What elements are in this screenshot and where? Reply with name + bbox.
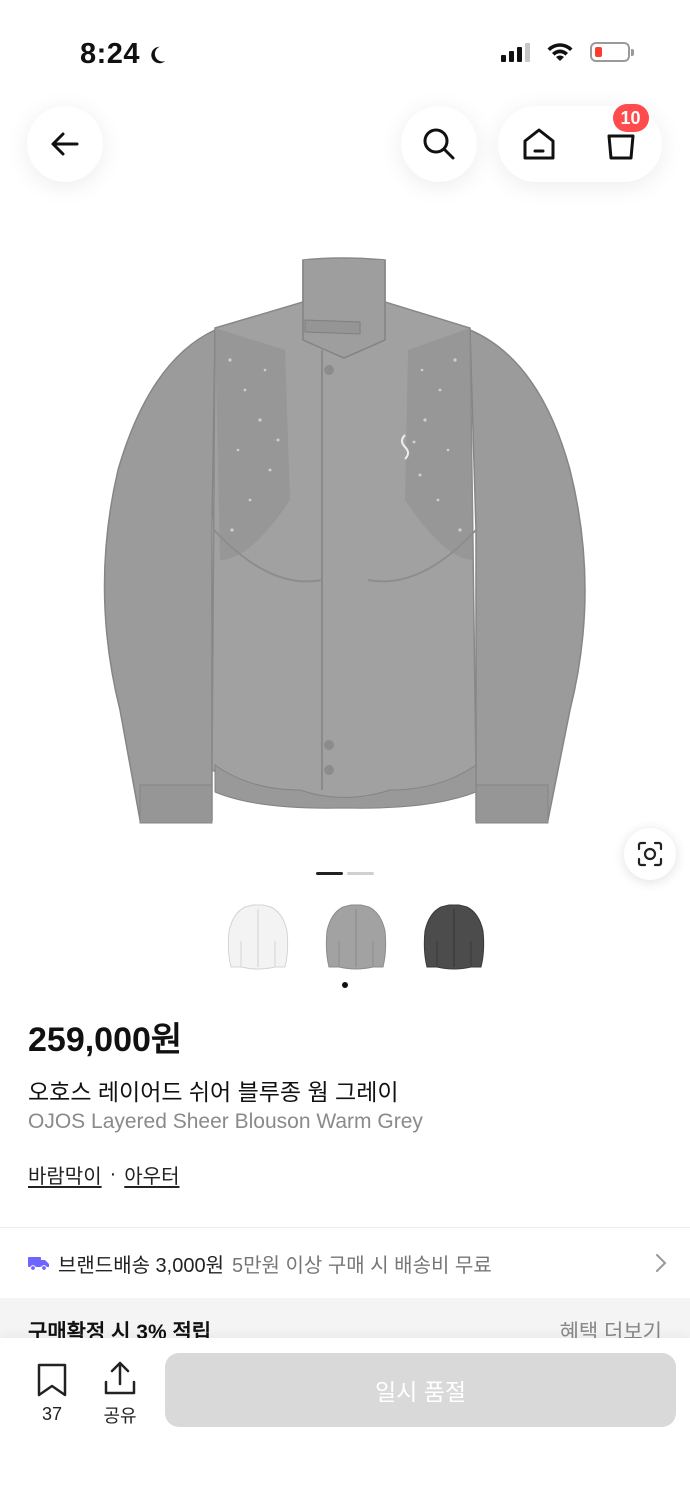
color-option-charcoal[interactable] <box>418 898 490 976</box>
share-icon <box>104 1361 136 1395</box>
status-indicators <box>501 42 634 62</box>
grey-jacket-thumbnail <box>325 904 387 970</box>
cart-count-badge: 10 <box>612 104 649 132</box>
back-button[interactable] <box>27 106 103 182</box>
cart-button[interactable]: 10 <box>601 104 649 164</box>
home-cart-group: 10 <box>498 104 662 182</box>
free-shipping-note: 5만원 이상 구매 시 배송비 무료 <box>232 1254 492 1277</box>
gallery-indicator-segment <box>347 872 374 875</box>
chevron-right-icon <box>656 1254 667 1272</box>
bookmark-count: 37 <box>41 1404 63 1424</box>
status-time-text: 8:24 <box>80 38 141 70</box>
wifi-icon <box>547 43 573 61</box>
category-link-windbreaker[interactable]: 바람막이 <box>28 1160 102 1189</box>
product-name-english: OJOS Layered Sheer Blouson Warm Grey <box>28 1110 423 1133</box>
status-time: 8:24 <box>80 38 168 71</box>
delivery-fee: 브랜드배송 3,000원 <box>58 1254 225 1277</box>
color-option-grey[interactable] <box>320 898 392 976</box>
product-price: 259,000원 <box>28 1021 183 1059</box>
battery-icon <box>590 42 634 62</box>
sold-out-button[interactable]: 일시 품절 <box>165 1353 676 1427</box>
bookmark-icon <box>37 1363 67 1397</box>
gallery-indicator <box>316 872 374 875</box>
search-button[interactable] <box>401 106 477 182</box>
home-icon <box>523 128 554 160</box>
image-search-button[interactable] <box>624 828 676 880</box>
truck-icon <box>28 1255 50 1271</box>
lens-scan-icon <box>637 841 663 867</box>
delivery-info-row[interactable]: 브랜드배송 3,000원 5만원 이상 구매 시 배송비 무료 <box>28 1248 668 1278</box>
section-divider <box>0 1227 690 1228</box>
product-image[interactable] <box>0 230 690 860</box>
moon-icon <box>151 46 166 63</box>
share-button[interactable]: 공유 <box>96 1360 144 1428</box>
selected-color-dot <box>342 982 348 988</box>
jacket-illustration <box>103 257 586 824</box>
gallery-indicator-segment <box>316 872 343 875</box>
breadcrumb: 바람막이 · 아우터 <box>28 1160 179 1189</box>
breadcrumb-separator: · <box>109 1163 117 1185</box>
white-jacket-thumbnail <box>227 904 289 970</box>
search-icon <box>423 128 455 160</box>
bookmark-button[interactable]: 37 <box>30 1362 74 1425</box>
arrow-left-icon <box>51 132 79 156</box>
color-options <box>222 898 490 976</box>
charcoal-jacket-thumbnail <box>423 904 485 970</box>
home-button[interactable] <box>520 125 558 163</box>
cellular-signal-icon <box>501 42 530 62</box>
share-label: 공유 <box>103 1406 137 1426</box>
product-name-korean: 오호스 레이어드 쉬어 블루종 웜 그레이 <box>28 1079 399 1105</box>
color-option-white[interactable] <box>222 898 294 976</box>
category-link-outer[interactable]: 아우터 <box>124 1160 179 1189</box>
